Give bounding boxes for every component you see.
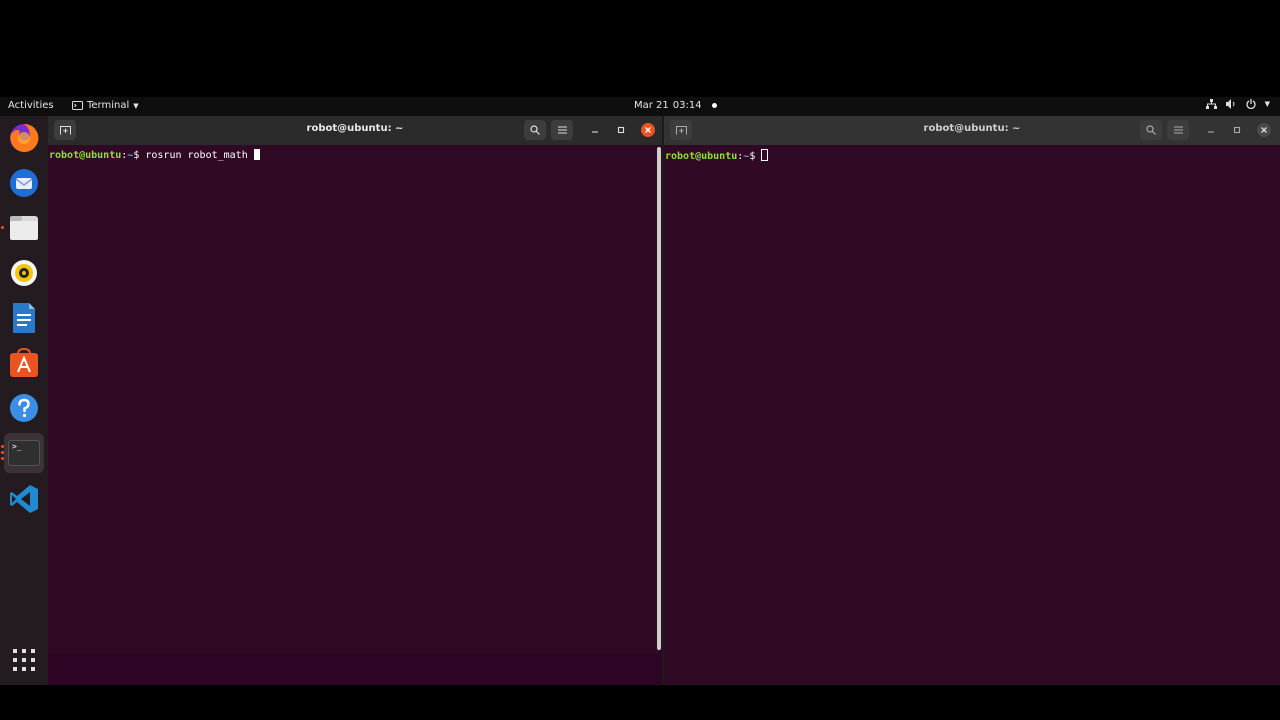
close-icon <box>645 127 651 133</box>
running-indicator <box>1 451 4 454</box>
app-menu[interactable]: Terminal ▼ <box>72 100 139 111</box>
vscode-icon <box>10 485 38 513</box>
search-icon <box>1146 125 1156 135</box>
desktop: Activities Terminal ▼ Mar 21 03:14 ▼ >_ … <box>0 97 1280 685</box>
running-indicator <box>1 445 4 448</box>
terminal-output[interactable]: robot@ubuntu:~$ <box>664 147 1280 685</box>
minimize-button[interactable] <box>588 123 602 137</box>
close-button[interactable] <box>1257 123 1271 137</box>
app-menu-label: Terminal <box>87 100 130 111</box>
software-store-icon <box>10 348 38 377</box>
clock-time: 03:14 <box>672 100 702 111</box>
clock-date: Mar 21 <box>634 100 669 111</box>
dock: >_ <box>0 116 48 685</box>
maximize-button[interactable] <box>1230 123 1244 137</box>
dock-item-vscode[interactable] <box>4 479 44 519</box>
text-cursor <box>761 149 769 161</box>
thunderbird-icon <box>10 169 38 197</box>
terminal-icon: >_ <box>8 440 40 466</box>
files-icon <box>10 216 38 240</box>
dock-item-thunderbird[interactable] <box>4 163 44 203</box>
system-tray[interactable]: ▼ <box>1205 99 1270 109</box>
network-icon <box>1205 99 1217 109</box>
terminal-window-left[interactable]: robot@ubuntu: ~ robot@ubuntu:~$ rosrun r… <box>48 116 662 685</box>
dock-item-rhythmbox[interactable] <box>4 253 44 293</box>
hamburger-menu-icon <box>1173 126 1183 134</box>
terminal-output[interactable]: robot@ubuntu:~$ rosrun robot_math <box>48 147 662 685</box>
minimize-icon <box>1208 131 1214 133</box>
search-icon <box>530 125 540 135</box>
top-bar: Activities Terminal ▼ Mar 21 03:14 ▼ <box>0 97 1280 116</box>
menu-button[interactable] <box>1167 120 1189 140</box>
search-button[interactable] <box>524 120 546 140</box>
headerbar[interactable]: robot@ubuntu: ~ <box>664 116 1280 145</box>
activities-button[interactable]: Activities <box>8 100 54 111</box>
dock-item-help[interactable] <box>4 388 44 428</box>
prompt-symbol: $ <box>749 151 762 162</box>
minimize-icon <box>592 131 598 133</box>
volume-icon <box>1225 99 1235 109</box>
power-icon <box>1246 99 1256 109</box>
show-applications-icon <box>13 649 35 671</box>
help-icon <box>10 394 38 422</box>
hamburger-menu-icon <box>557 126 567 134</box>
prompt-user: robot@ubuntu <box>665 151 738 162</box>
dock-item-terminal[interactable]: >_ <box>1 433 44 473</box>
chevron-down-icon: ▼ <box>133 101 139 110</box>
search-button[interactable] <box>1140 120 1162 140</box>
typed-command: rosrun robot_math <box>145 150 254 161</box>
dock-item-software[interactable] <box>4 343 44 383</box>
maximize-icon <box>1233 126 1241 134</box>
maximize-icon <box>617 126 625 134</box>
prompt-symbol: $ <box>133 150 146 161</box>
scrollbar[interactable] <box>657 147 661 650</box>
headerbar[interactable]: robot@ubuntu: ~ <box>48 116 662 145</box>
terminal-window-right[interactable]: robot@ubuntu: ~ robot@ubuntu:~$ <box>664 116 1280 685</box>
firefox-icon <box>10 123 39 152</box>
maximize-button[interactable] <box>614 123 628 137</box>
minimize-button[interactable] <box>1204 123 1218 137</box>
chevron-down-icon: ▼ <box>1264 100 1270 108</box>
rhythmbox-icon <box>11 260 37 286</box>
close-button[interactable] <box>641 123 655 137</box>
notification-dot-icon <box>711 103 717 108</box>
text-cursor <box>253 149 260 160</box>
dock-item-files[interactable] <box>1 208 44 248</box>
writer-document-icon <box>13 303 35 333</box>
running-indicator <box>1 457 4 460</box>
dock-item-firefox[interactable] <box>4 118 44 158</box>
dock-item-writer[interactable] <box>4 298 44 338</box>
terminal-icon-glyph: >_ <box>12 442 22 451</box>
clock[interactable]: Mar 21 03:14 <box>634 100 717 111</box>
close-icon <box>1261 127 1267 133</box>
running-indicator <box>1 226 4 229</box>
terminal-small-icon <box>72 101 83 110</box>
prompt-user: robot@ubuntu <box>49 150 122 161</box>
menu-button[interactable] <box>551 120 573 140</box>
terminal-bottom-area <box>48 653 662 685</box>
dock-item-show-apps[interactable] <box>4 640 44 680</box>
